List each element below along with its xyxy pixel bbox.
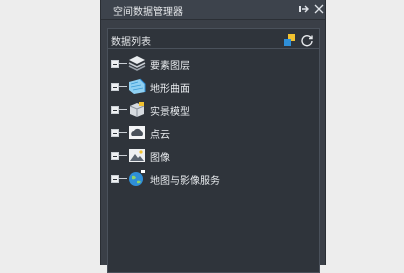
image-icon (128, 147, 146, 164)
collapse-icon[interactable] (111, 106, 119, 114)
close-icon[interactable] (312, 2, 326, 16)
collapse-icon[interactable] (111, 129, 119, 137)
data-list-header: 数据列表 (108, 29, 319, 49)
tree-item-terrain-surface[interactable]: 地形曲面 (111, 78, 311, 101)
tree-item-reality-model[interactable]: 实景模型 (111, 101, 311, 124)
tree-item-feature-layers[interactable]: 要素图层 (111, 55, 311, 78)
collapse-icon[interactable] (111, 60, 119, 68)
point-cloud-icon (128, 124, 146, 141)
data-list-container: 数据列表 要素图层 地形曲面 实景模型 点云 图像 地图与影像服务 (107, 28, 320, 273)
tree-connector (119, 155, 127, 156)
tree-item-label: 要素图层 (150, 61, 190, 72)
model-icon (128, 101, 146, 118)
panel-title: 空间数据管理器 (113, 7, 183, 18)
globe-icon (128, 170, 146, 187)
tree-connector (119, 63, 127, 64)
tree-connector (119, 86, 127, 87)
panel-titlebar[interactable]: 空间数据管理器 (101, 0, 325, 20)
tree-item-label: 实景模型 (150, 107, 190, 118)
collapse-icon[interactable] (111, 152, 119, 160)
tree-connector (119, 109, 127, 110)
refresh-icon[interactable] (300, 32, 314, 47)
layers-icon (128, 55, 146, 72)
tree-item-label: 图像 (150, 153, 170, 164)
tree-item-map-image-services[interactable]: 地图与影像服务 (111, 170, 311, 193)
terrain-icon (128, 78, 146, 95)
data-list-title: 数据列表 (111, 37, 151, 48)
add-data-icon[interactable] (283, 32, 297, 46)
tree-item-label: 地图与影像服务 (150, 176, 220, 187)
data-tree: 要素图层 地形曲面 实景模型 点云 图像 地图与影像服务 (111, 55, 311, 193)
tree-item-label: 点云 (150, 130, 170, 141)
collapse-icon[interactable] (111, 175, 119, 183)
tree-item-point-cloud[interactable]: 点云 (111, 124, 311, 147)
tree-item-image[interactable]: 图像 (111, 147, 311, 170)
pin-icon[interactable] (297, 2, 311, 16)
spatial-data-manager-panel: 空间数据管理器 数据列表 要素图层 地形曲面 实景模型 点云 图像 地图与影像服… (100, 0, 326, 273)
tree-connector (119, 178, 127, 179)
collapse-icon[interactable] (111, 83, 119, 91)
tree-item-label: 地形曲面 (150, 84, 190, 95)
tree-connector (119, 132, 127, 133)
